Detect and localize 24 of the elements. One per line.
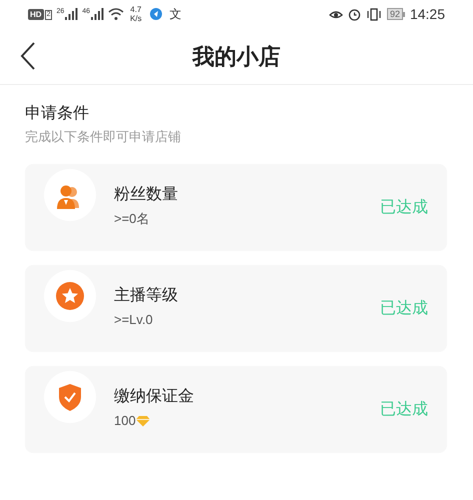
wifi-icon xyxy=(108,8,124,20)
battery-level: 92 xyxy=(386,8,403,20)
speed-value: 4.7 xyxy=(130,5,142,14)
vibrate-icon xyxy=(366,8,382,20)
signal-icon xyxy=(65,8,78,20)
requirement-title: 主播等级 xyxy=(114,286,178,306)
requirement-title: 粉丝数量 xyxy=(114,185,178,205)
clock-time: 14:25 xyxy=(410,4,445,24)
section-title: 申请条件 xyxy=(25,104,90,124)
signal-icon xyxy=(91,8,104,20)
requirement-detail: >=0名 xyxy=(114,210,150,228)
alarm-icon xyxy=(348,8,361,20)
requirement-detail: 100 xyxy=(114,412,136,430)
requirement-detail: >=Lv.0 xyxy=(114,311,153,329)
status-label: 已达成 xyxy=(380,198,428,218)
requirement-title: 缴纳保证金 xyxy=(114,387,194,407)
hd-badge: HD xyxy=(28,8,44,20)
input-method-glyph: 文 xyxy=(170,6,182,23)
page-title: 我的小店 xyxy=(192,42,280,70)
status-label: 已达成 xyxy=(380,298,428,318)
speed-unit: K/s xyxy=(130,14,142,23)
section-subtitle: 完成以下条件即可申请店铺 xyxy=(25,128,182,146)
status-label: 已达成 xyxy=(380,400,428,420)
app-icon xyxy=(150,8,162,20)
